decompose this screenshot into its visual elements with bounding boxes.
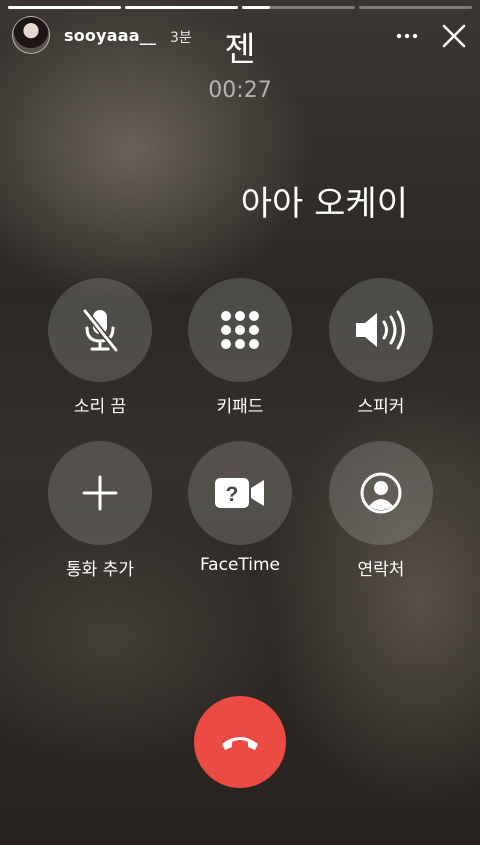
keypad-label: 키패드 [216,397,264,417]
story-progress-segment [242,6,355,9]
speaker-icon [356,310,405,350]
mute-button-circle[interactable] [48,278,152,382]
story-progress-segment [125,6,238,9]
end-call-button[interactable] [194,696,286,788]
end-call-phone-icon [222,737,258,750]
story-progress-bar [8,6,472,9]
mic-off-icon [82,308,119,353]
mute-button[interactable]: 소리 끔 [48,278,152,417]
add-call-label: 통화 추가 [66,560,134,580]
speaker-label: 스피커 [357,397,405,417]
svg-text:?: ? [226,483,239,506]
story-progress-segment [359,6,472,9]
facetime-button[interactable]: ? FaceTime [188,441,292,575]
keypad-button-circle[interactable] [188,278,292,382]
story-progress-segment [8,6,121,9]
facetime-button-circle[interactable]: ? [188,441,292,545]
facetime-label: FaceTime [199,555,281,575]
add-call-button[interactable]: 통화 추가 [48,441,152,580]
contacts-button-circle[interactable] [329,441,433,545]
contacts-button[interactable]: 연락처 [329,441,433,580]
contacts-label: 연락처 [357,560,405,580]
plus-icon [82,475,118,511]
keypad-button[interactable]: 키패드 [188,278,292,417]
caller-name: 젠 [224,30,256,70]
add-call-button-circle[interactable] [48,441,152,545]
mute-label: 소리 끔 [73,397,127,417]
story-caption: 아아 오케이 [240,184,408,224]
video-camera-icon: ? [215,478,264,508]
speaker-button[interactable]: 스피커 [329,278,433,417]
call-duration: 00:27 [208,78,272,103]
keypad-grid-icon [221,311,259,349]
speaker-button-circle[interactable] [329,278,433,382]
person-circle-icon [360,472,402,514]
